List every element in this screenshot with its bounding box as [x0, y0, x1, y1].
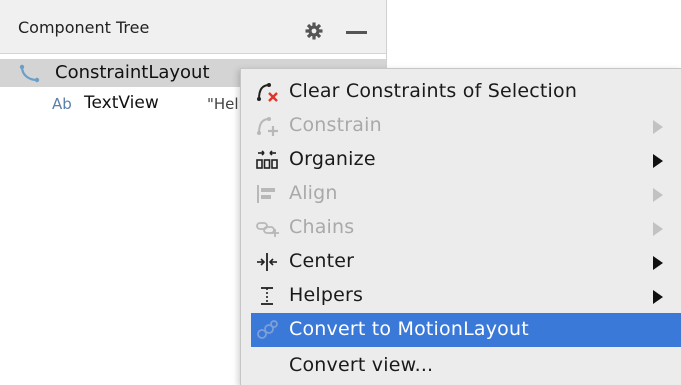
- submenu-arrow-icon: [653, 188, 663, 202]
- chains-icon: [256, 222, 279, 237]
- menu-item-helpers[interactable]: Helpers: [251, 279, 671, 313]
- menu-item-label: Constrain: [289, 114, 382, 136]
- context-menu: Clear Constraints of Selection Constrain…: [240, 68, 681, 385]
- textview-icon: Ab: [52, 95, 72, 113]
- submenu-arrow-icon: [653, 256, 663, 270]
- constraint-layout-icon: [19, 64, 40, 83]
- gear-icon[interactable]: [305, 22, 323, 40]
- submenu-arrow-icon: [653, 222, 663, 236]
- tree-item-label: ConstraintLayout: [55, 62, 210, 83]
- menu-item-label: Convert view...: [289, 354, 434, 376]
- menu-item-label: Chains: [289, 216, 355, 238]
- menu-item-center[interactable]: Center: [251, 245, 671, 279]
- menu-item-align[interactable]: Align: [251, 177, 671, 211]
- align-icon: [257, 185, 275, 203]
- menu-item-label: Organize: [289, 148, 376, 170]
- menu-item-organize[interactable]: Organize: [251, 143, 671, 177]
- menu-item-convert-motionlayout[interactable]: Convert to MotionLayout: [251, 313, 681, 347]
- menu-item-label: Clear Constraints of Selection: [289, 80, 578, 102]
- helpers-icon: [261, 287, 273, 305]
- menu-item-clear-constraints[interactable]: Clear Constraints of Selection: [251, 75, 671, 109]
- menu-item-chains[interactable]: Chains: [251, 211, 671, 245]
- tree-item-label: TextView: [84, 93, 159, 113]
- motion-layout-icon: [257, 320, 278, 339]
- menu-item-label: Helpers: [289, 284, 364, 306]
- submenu-arrow-icon: [653, 290, 663, 304]
- constrain-icon: [257, 117, 278, 136]
- submenu-arrow-icon: [653, 120, 663, 134]
- clear-constraints-icon: [257, 83, 278, 102]
- menu-item-label: Convert to MotionLayout: [289, 318, 529, 340]
- menu-item-label: Center: [289, 250, 355, 272]
- panel-header: Component Tree: [0, 0, 386, 54]
- menu-item-constrain[interactable]: Constrain: [251, 109, 671, 143]
- panel-title: Component Tree: [18, 18, 150, 37]
- minus-icon[interactable]: [346, 31, 367, 34]
- menu-item-label: Align: [289, 182, 338, 204]
- submenu-arrow-icon: [653, 154, 663, 168]
- center-icon: [257, 253, 277, 271]
- organize-icon: [256, 150, 278, 169]
- menu-item-convert-view[interactable]: Convert view...: [251, 349, 671, 383]
